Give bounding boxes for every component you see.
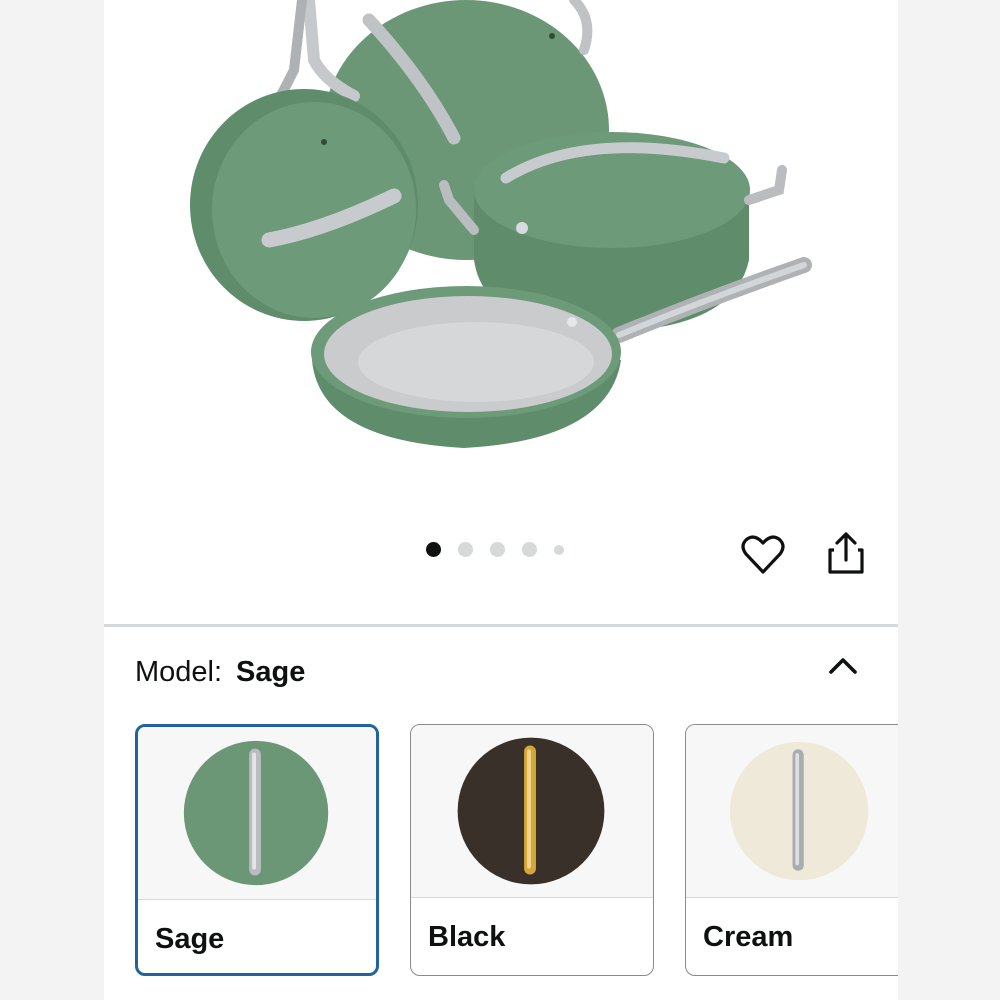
swatch-divider <box>686 897 898 898</box>
carousel-indicator[interactable] <box>426 542 564 557</box>
swatch-label: Cream <box>703 921 794 953</box>
swatch-label: Sage <box>155 923 225 955</box>
variation-selected-value: Sage <box>236 656 306 688</box>
chevron-up-icon[interactable] <box>826 652 860 678</box>
swatch-cream[interactable]: Cream <box>685 724 898 976</box>
heart-icon[interactable] <box>740 532 786 578</box>
lid-sage-icon <box>183 740 329 886</box>
variation-header: Model: Sage <box>135 656 305 689</box>
lid-black-icon <box>457 737 605 885</box>
swatch-black[interactable]: Black <box>410 724 654 976</box>
section-divider <box>104 624 898 627</box>
swatch-divider <box>138 899 376 900</box>
carousel-dot[interactable] <box>426 542 441 557</box>
product-page: Model: Sage Sage Black Cream <box>104 0 898 1000</box>
product-image[interactable] <box>104 0 898 520</box>
swatch-image <box>138 727 376 899</box>
cookware-set-photo <box>190 0 812 448</box>
carousel-dot[interactable] <box>522 542 537 557</box>
carousel-dot[interactable] <box>458 542 473 557</box>
swatch-image <box>686 725 898 897</box>
carousel-dot[interactable] <box>490 542 505 557</box>
share-icon[interactable] <box>826 530 866 576</box>
swatch-sage[interactable]: Sage <box>135 724 379 976</box>
carousel-dot[interactable] <box>554 544 564 555</box>
lid-cream-icon <box>729 741 869 881</box>
variation-label: Model: <box>135 656 223 688</box>
swatch-image <box>411 725 653 897</box>
swatch-label: Black <box>428 921 506 953</box>
swatch-divider <box>411 897 653 898</box>
